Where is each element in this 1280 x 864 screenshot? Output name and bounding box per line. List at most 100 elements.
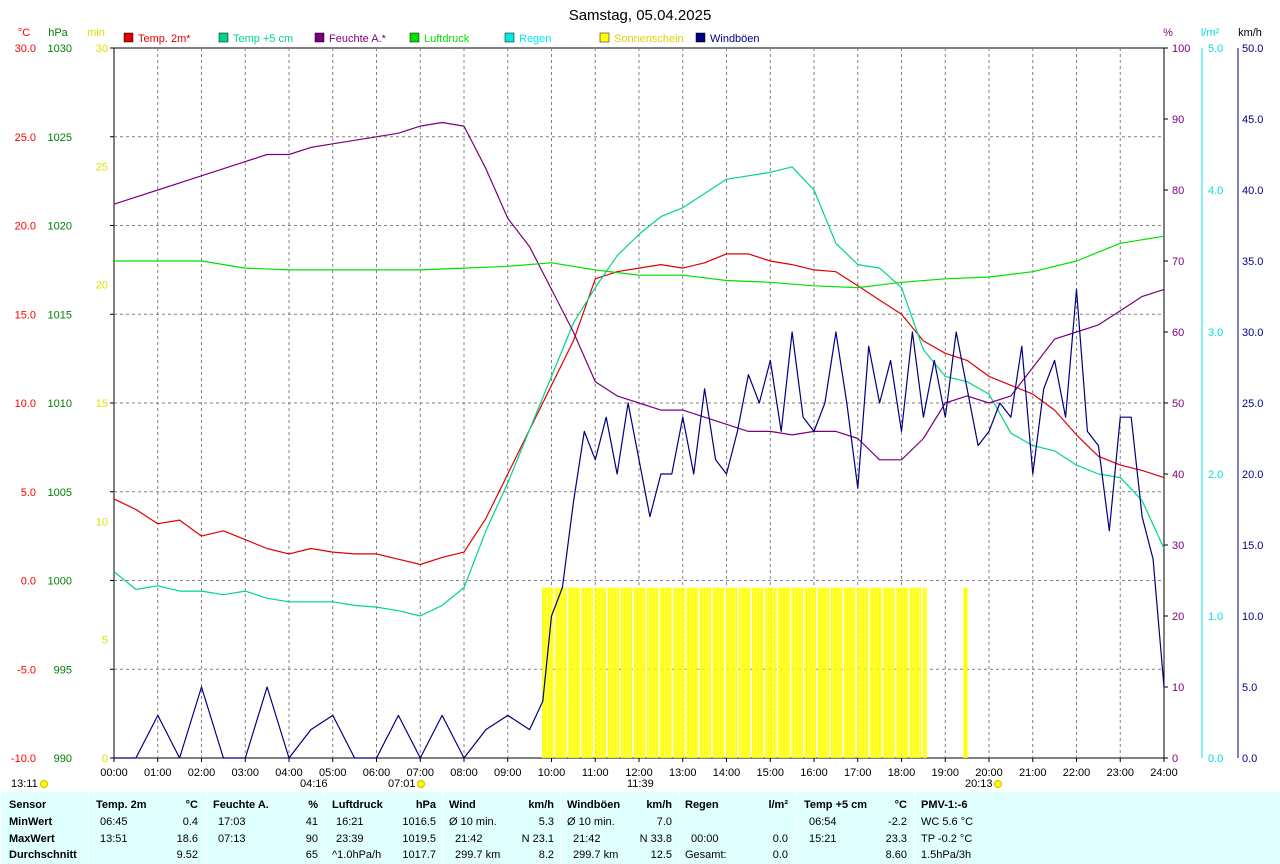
- sunshine-bar: [883, 587, 885, 758]
- sunshine-bar: [787, 587, 789, 758]
- stats-wind-col: Wind km/h Ø 10 min. 5.3 21:42 N 23.1 299…: [442, 792, 560, 864]
- stats-pressure-trend: ^1.0hPa/h: [332, 849, 382, 861]
- sunshine-bar: [714, 587, 716, 758]
- pressure-unit-label: hPa: [48, 27, 68, 39]
- stats-min-label: MinWert: [9, 816, 53, 828]
- legend-swatch: [409, 32, 420, 43]
- sunshine-bar: [708, 587, 710, 758]
- stats-max-label: MaxWert: [9, 833, 55, 845]
- sunshine-bar: [892, 587, 894, 758]
- sunshine-bar: [692, 587, 694, 758]
- stats-gusts-min-label: Ø 10 min.: [567, 816, 615, 828]
- sunshine-bar: [622, 587, 624, 758]
- weather-chart: Samstag, 05.04.2025 30.0 103025.0 102520.0…: [11, 7, 1264, 790]
- sunshine-bar: [700, 587, 703, 758]
- rain-tick-label: 5.0: [1208, 43, 1223, 55]
- stats-wind-avg: 8.2: [538, 849, 554, 861]
- sun-tick-label: 25: [96, 161, 108, 173]
- sunshine-bar: [801, 587, 803, 758]
- sunshine-bar: [674, 587, 676, 758]
- legend-swatch: [599, 32, 610, 43]
- sunset-label: 20:13: [965, 778, 993, 790]
- sunshine-bar: [563, 587, 566, 758]
- sunshine-bar: [595, 587, 598, 758]
- time-tick-label: 23:00: [1106, 767, 1134, 779]
- stats-pmv-trend: 1.5hPa/3h: [921, 849, 972, 861]
- stats-humidity-max-val: 90: [305, 833, 318, 845]
- sunshine-bar: [633, 587, 636, 758]
- time-tick-label: 19:00: [931, 767, 959, 779]
- sunshine-bar: [922, 587, 924, 758]
- sunshine-bar: [673, 587, 675, 758]
- sunshine-bar: [795, 587, 798, 758]
- sunshine-bar: [772, 587, 774, 758]
- temp-tick-label: 25.0: [15, 132, 36, 144]
- stats-rain-col: Regen l/m² 00:00 0.0 Gesamt: 0.0: [678, 792, 796, 864]
- legend-label: Sonnenschein: [614, 33, 684, 45]
- sunshine-bar: [667, 587, 669, 758]
- sunshine-bar: [591, 587, 593, 758]
- sunshine-bar: [778, 587, 780, 758]
- sunshine-bar: [743, 587, 745, 758]
- sunshine-bar: [754, 587, 757, 758]
- sun-tick-label: 15: [96, 398, 108, 410]
- wind-tick-label: 20.0: [1242, 469, 1263, 481]
- sunshine-bar: [824, 587, 827, 758]
- time-tick-label: 21:00: [1019, 767, 1047, 779]
- rain-tick-label: 4.0: [1208, 185, 1223, 197]
- sunshine-bar: [760, 587, 763, 758]
- temp-tick-label: 30.0: [15, 43, 36, 55]
- sunshine-bar: [785, 587, 787, 758]
- humidity-tick-label: 40: [1172, 469, 1184, 481]
- time-tick-label: 03:00: [231, 767, 259, 779]
- sunshine-bar: [797, 587, 799, 758]
- legend-label: Feuchte A.*: [329, 33, 387, 45]
- sunshine-bar: [582, 587, 585, 758]
- legend-swatch: [504, 32, 515, 43]
- time-tick-label: 24:00: [1150, 767, 1178, 779]
- humidity-tick-label: 80: [1172, 185, 1184, 197]
- sunshine-bar: [648, 587, 650, 758]
- sunshine-bar: [705, 587, 707, 758]
- humidity-tick-label: 50: [1172, 398, 1184, 410]
- sunshine-bar: [590, 587, 592, 758]
- sunshine-bar: [782, 587, 784, 758]
- sunshine-bar: [880, 587, 882, 758]
- sunshine-bar: [571, 587, 573, 758]
- stats-humidity-max-time: 07:13: [218, 833, 246, 845]
- sunshine-bar: [819, 587, 821, 758]
- sunshine-bar: [651, 587, 653, 758]
- sunshine-bar: [626, 587, 628, 758]
- sunshine-bar: [757, 587, 760, 758]
- sunshine-bar: [857, 587, 859, 758]
- sunshine-bar: [756, 587, 758, 758]
- sunshine-bar: [823, 587, 825, 758]
- sunshine-bar: [738, 587, 741, 758]
- sunshine-bar: [887, 587, 889, 758]
- legend: Temp. 2m* Temp +5 cm Feuchte A.* Luftdruck R…: [123, 32, 760, 45]
- sunshine-bar: [905, 587, 907, 758]
- rain-tick-label: 3.0: [1208, 327, 1223, 339]
- pressure-tick-label: 1030: [48, 43, 72, 55]
- sunshine-bar: [874, 587, 876, 758]
- stats-rain-max-val: 0.0: [772, 833, 788, 845]
- stats-humidity-avg: 65: [305, 849, 318, 861]
- sunshine-bar: [728, 587, 730, 758]
- legend-swatch: [695, 32, 706, 43]
- sunshine-bar: [788, 587, 790, 758]
- stats-pressure-col: Luftdruck hPa 16:21 1016.5 23:39 1019.5 …: [324, 792, 442, 864]
- sunshine-bar: [549, 587, 551, 758]
- sunshine-bar: [657, 587, 659, 758]
- sunshine-bar: [827, 587, 830, 758]
- sunshine-bar: [574, 587, 576, 758]
- sunshine-bar: [607, 587, 609, 758]
- stats-rain-unit: l/m²: [768, 799, 788, 811]
- legend-swatch: [218, 32, 229, 43]
- sunshine-bar: [612, 587, 614, 758]
- sunshine-bar: [676, 587, 678, 758]
- sunshine-bar: [916, 587, 919, 758]
- sunshine-bar: [814, 587, 816, 758]
- temp-tick-label: -5.0: [17, 664, 36, 676]
- sunshine-bar: [542, 587, 544, 758]
- stats-pressure-min-time: 16:21: [336, 816, 364, 828]
